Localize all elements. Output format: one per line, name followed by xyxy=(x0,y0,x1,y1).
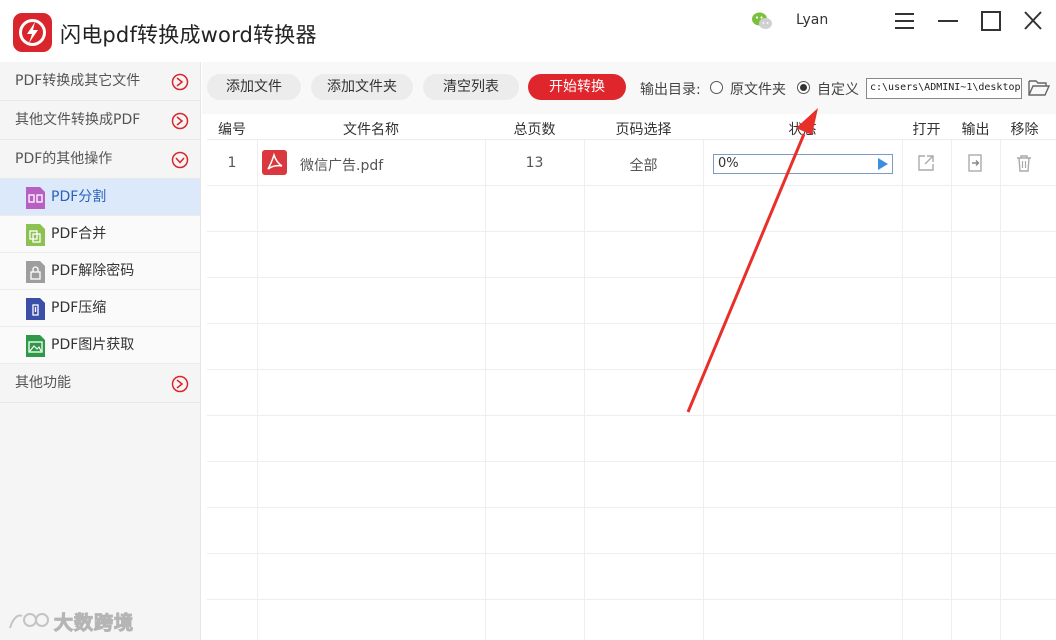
row-pages: 13 xyxy=(525,155,544,171)
table-row[interactable]: 1 微信广告.pdf 13 全部 0% xyxy=(207,140,1056,186)
chevron-down-icon xyxy=(171,151,189,169)
table-row-empty xyxy=(207,232,1056,278)
wechat-icon[interactable] xyxy=(751,11,773,31)
column-header-remove: 移除 xyxy=(1010,122,1039,138)
watermark-text: 大数跨境 xyxy=(53,612,135,635)
column-header-open: 打开 xyxy=(912,122,941,138)
sidebar-item-pdf-compress[interactable]: PDF压缩 xyxy=(0,290,200,327)
username[interactable]: Lyan xyxy=(796,12,828,28)
watermark: 大数跨境 xyxy=(8,606,158,635)
radio-custom[interactable] xyxy=(797,81,810,94)
pdf-file-icon xyxy=(262,150,287,175)
column-header-pages: 总页数 xyxy=(513,122,556,138)
pdf-image-icon xyxy=(26,335,45,357)
row-index: 1 xyxy=(227,155,237,171)
pdf-unlock-icon xyxy=(26,261,45,283)
minimize-icon[interactable] xyxy=(935,9,961,33)
column-header-page-selection: 页码选择 xyxy=(615,122,672,138)
chevron-right-icon xyxy=(171,375,189,393)
radio-original-folder-label[interactable]: 原文件夹 xyxy=(730,79,786,99)
sidebar-item-label: PDF合并 xyxy=(51,226,107,242)
status-progress-bar: 0% xyxy=(713,154,893,174)
table-row-empty xyxy=(207,508,1056,554)
export-icon[interactable] xyxy=(966,154,984,172)
column-header-output: 输出 xyxy=(961,122,990,138)
sidebar-group-pdf-other-ops[interactable]: PDF的其他操作 xyxy=(0,140,200,179)
progress-text: 0% xyxy=(718,156,739,171)
pdf-split-icon xyxy=(26,187,45,209)
folder-open-icon[interactable] xyxy=(1028,78,1050,98)
sidebar-group-pdf-to-other[interactable]: PDF转换成其它文件 xyxy=(0,62,200,101)
sidebar-item-pdf-image[interactable]: PDF图片获取 xyxy=(0,327,200,364)
pdf-compress-icon xyxy=(26,298,45,320)
row-file-name: 微信广告.pdf xyxy=(300,158,384,174)
open-external-icon[interactable] xyxy=(917,154,935,172)
table-header: 编号 文件名称 总页数 页码选择 状态 打开 输出 移除 xyxy=(207,114,1056,140)
toolbar: 添加文件 添加文件夹 清空列表 开始转换 输出目录: 原文件夹 自定义 c:\u… xyxy=(202,62,1056,114)
menu-icon[interactable] xyxy=(892,9,918,33)
sidebar-item-label: PDF解除密码 xyxy=(51,263,135,279)
clear-list-button[interactable]: 清空列表 xyxy=(423,74,519,100)
sidebar-group-label: 其他功能 xyxy=(15,375,71,391)
app-logo xyxy=(13,13,52,52)
output-dir-label: 输出目录: xyxy=(640,82,701,98)
watermark-logo-icon xyxy=(9,613,49,629)
output-path-field[interactable]: c:\users\ADMINI~1\desktop xyxy=(866,78,1022,99)
sidebar-group-other-to-pdf[interactable]: 其他文件转换成PDF xyxy=(0,101,200,140)
chevron-right-icon xyxy=(171,112,189,130)
table-row-empty xyxy=(207,370,1056,416)
pdf-merge-icon xyxy=(26,224,45,246)
play-icon[interactable] xyxy=(878,158,888,170)
table-row-empty xyxy=(207,416,1056,462)
sidebar-group-label: PDF转换成其它文件 xyxy=(15,73,141,89)
sidebar-item-label: PDF图片获取 xyxy=(51,337,135,353)
app-window: 闪电pdf转换成word转换器 Lyan PDF转换成其它文件 其他文件转换成P… xyxy=(0,0,1056,640)
column-header-status: 状态 xyxy=(788,122,817,138)
table-row-empty xyxy=(207,462,1056,508)
start-convert-button[interactable]: 开始转换 xyxy=(528,74,626,100)
chevron-right-icon xyxy=(171,73,189,91)
sidebar-group-label: 其他文件转换成PDF xyxy=(15,112,141,128)
maximize-icon[interactable] xyxy=(978,9,1004,33)
radio-original-folder[interactable] xyxy=(710,81,723,94)
table-row-empty xyxy=(207,278,1056,324)
sidebar-group-other-functions[interactable]: 其他功能 xyxy=(0,364,200,403)
main-panel: 添加文件 添加文件夹 清空列表 开始转换 输出目录: 原文件夹 自定义 c:\u… xyxy=(202,62,1056,640)
add-folder-button[interactable]: 添加文件夹 xyxy=(311,74,413,100)
trash-icon[interactable] xyxy=(1015,154,1033,172)
table-row-empty xyxy=(207,186,1056,232)
sidebar-item-label: PDF压缩 xyxy=(51,300,107,316)
sidebar-item-pdf-unlock[interactable]: PDF解除密码 xyxy=(0,253,200,290)
sidebar-item-pdf-split[interactable]: PDF分割 xyxy=(0,179,200,216)
sidebar-item-pdf-merge[interactable]: PDF合并 xyxy=(0,216,200,253)
app-title: 闪电pdf转换成word转换器 xyxy=(60,23,317,47)
table-row-empty xyxy=(207,554,1056,600)
table-row-empty xyxy=(207,324,1056,370)
radio-custom-label[interactable]: 自定义 xyxy=(817,79,859,99)
column-header-file-name: 文件名称 xyxy=(343,122,399,138)
sidebar: PDF转换成其它文件 其他文件转换成PDF PDF的其他操作 PDF分割 PDF… xyxy=(0,62,201,640)
sidebar-group-label: PDF的其他操作 xyxy=(15,151,113,167)
column-header-index: 编号 xyxy=(218,122,246,138)
row-page-selection[interactable]: 全部 xyxy=(584,155,703,175)
sidebar-item-label: PDF分割 xyxy=(51,189,107,205)
title-bar: 闪电pdf转换成word转换器 Lyan xyxy=(0,0,1056,62)
file-table: 编号 文件名称 总页数 页码选择 状态 打开 输出 移除 1 微信广告.pdf … xyxy=(207,114,1056,640)
close-icon[interactable] xyxy=(1020,9,1046,33)
add-file-button[interactable]: 添加文件 xyxy=(207,74,301,100)
